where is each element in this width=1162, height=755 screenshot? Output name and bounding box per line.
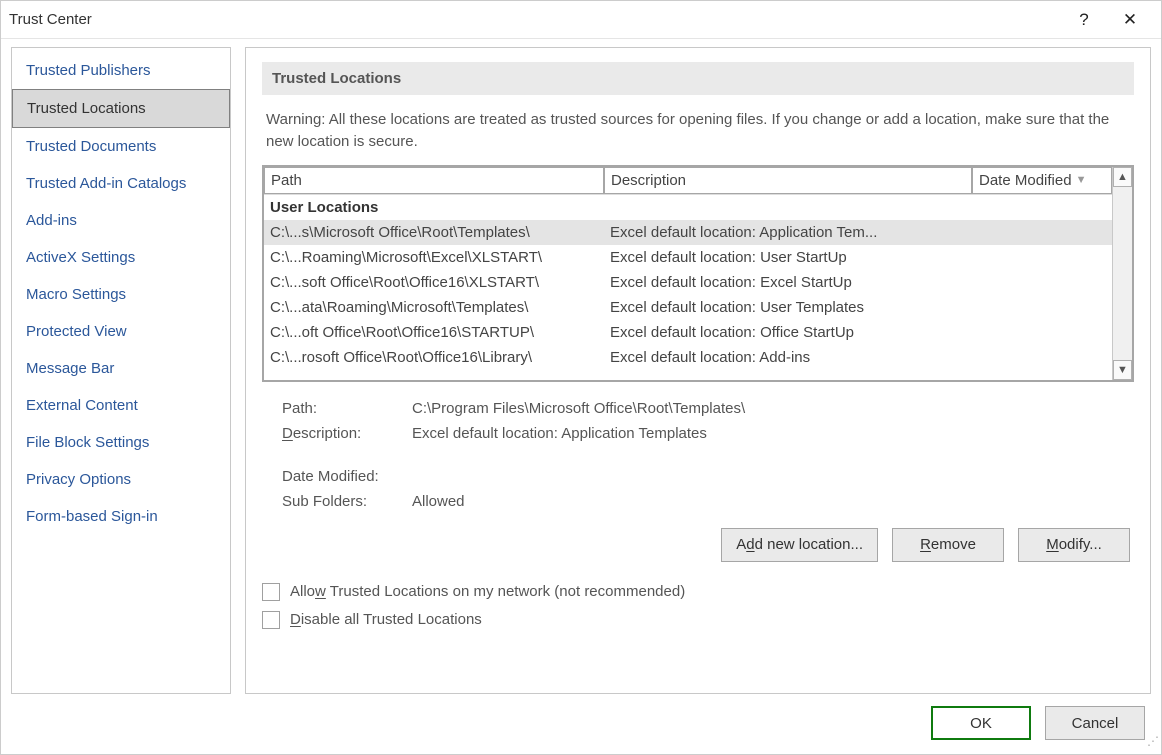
sidebar-item-trusted-publishers[interactable]: Trusted Publishers <box>12 52 230 89</box>
selected-location-details: Path: C:\Program Files\Microsoft Office\… <box>262 382 1134 522</box>
cell-path: C:\...s\Microsoft Office\Root\Templates\ <box>264 222 604 243</box>
cell-date <box>972 297 1112 318</box>
cell-path: C:\...Roaming\Microsoft\Excel\XLSTART\ <box>264 247 604 268</box>
detail-path-value: C:\Program Files\Microsoft Office\Root\T… <box>412 400 1128 417</box>
sidebar-item-privacy-options[interactable]: Privacy Options <box>12 461 230 498</box>
column-header-description-label: Description <box>611 172 686 189</box>
detail-description-value: Excel default location: Application Temp… <box>412 425 1128 442</box>
sidebar-item-protected-view[interactable]: Protected View <box>12 313 230 350</box>
table-header: Path Description Date Modified ▼ <box>264 167 1112 194</box>
column-header-date-label: Date Modified <box>979 172 1072 189</box>
titlebar: Trust Center ? ✕ <box>1 1 1161 39</box>
column-header-path-label: Path <box>271 172 302 189</box>
allow-network-checkbox[interactable] <box>262 583 280 601</box>
detail-date-label: Date Modified: <box>282 468 412 485</box>
table-row[interactable]: C:\...Roaming\Microsoft\Excel\XLSTART\ E… <box>264 245 1112 270</box>
cell-path: C:\...ata\Roaming\Microsoft\Templates\ <box>264 297 604 318</box>
cell-description: Excel default location: Excel StartUp <box>604 272 972 293</box>
detail-subfolders-label: Sub Folders: <box>282 493 412 510</box>
sort-arrow-icon: ▼ <box>1076 174 1087 186</box>
scroll-down-icon[interactable]: ▼ <box>1113 360 1132 380</box>
allow-network-label: Allow Trusted Locations on my network (n… <box>290 583 685 600</box>
sidebar-item-file-block-settings[interactable]: File Block Settings <box>12 424 230 461</box>
location-buttons: Add new location... Remove Modify... <box>262 522 1134 574</box>
scroll-up-icon[interactable]: ▲ <box>1113 167 1132 187</box>
main-panel: Trusted Locations Warning: All these loc… <box>245 47 1151 694</box>
help-button[interactable]: ? <box>1061 1 1107 39</box>
cell-description: Excel default location: Office StartUp <box>604 322 972 343</box>
cell-date <box>972 272 1112 293</box>
remove-button[interactable]: Remove <box>892 528 1004 562</box>
cell-date <box>972 347 1112 368</box>
cell-description: Excel default location: User Templates <box>604 297 972 318</box>
cell-description: Excel default location: Add-ins <box>604 347 972 368</box>
allow-network-check-row: Allow Trusted Locations on my network (n… <box>262 578 1134 606</box>
ok-button[interactable]: OK <box>931 706 1031 740</box>
cell-description: Excel default location: User StartUp <box>604 247 972 268</box>
warning-text: Warning: All these locations are treated… <box>262 109 1134 165</box>
sidebar-item-trusted-addin-catalogs[interactable]: Trusted Add-in Catalogs <box>12 165 230 202</box>
table-inner: Path Description Date Modified ▼ User Loc… <box>264 167 1112 380</box>
table-scrollbar[interactable]: ▲ ▼ <box>1112 167 1132 380</box>
column-header-date-modified[interactable]: Date Modified ▼ <box>972 167 1112 194</box>
column-header-description[interactable]: Description <box>604 167 972 194</box>
detail-path-label: Path: <box>282 400 412 417</box>
table-row[interactable]: C:\...oft Office\Root\Office16\STARTUP\ … <box>264 320 1112 345</box>
disable-all-check-row: Disable all Trusted Locations <box>262 606 1134 634</box>
cell-path: C:\...rosoft Office\Root\Office16\Librar… <box>264 347 604 368</box>
cell-date <box>972 247 1112 268</box>
trust-center-dialog: Trust Center ? ✕ Trusted Publishers Trus… <box>0 0 1162 755</box>
sidebar-item-trusted-locations[interactable]: Trusted Locations <box>12 89 230 128</box>
table-row[interactable]: C:\...rosoft Office\Root\Office16\Librar… <box>264 345 1112 370</box>
sidebar-item-macro-settings[interactable]: Macro Settings <box>12 276 230 313</box>
window-title: Trust Center <box>9 11 1061 28</box>
detail-description-label: Description: <box>282 425 412 442</box>
cell-description: Excel default location: Application Tem.… <box>604 222 972 243</box>
sidebar-item-trusted-documents[interactable]: Trusted Documents <box>12 128 230 165</box>
cell-date <box>972 222 1112 243</box>
sidebar-item-external-content[interactable]: External Content <box>12 387 230 424</box>
dialog-footer: OK Cancel <box>1 698 1161 754</box>
sidebar: Trusted Publishers Trusted Locations Tru… <box>11 47 231 694</box>
cell-path: C:\...soft Office\Root\Office16\XLSTART\ <box>264 272 604 293</box>
cell-date <box>972 322 1112 343</box>
cancel-button[interactable]: Cancel <box>1045 706 1145 740</box>
dialog-body: Trusted Publishers Trusted Locations Tru… <box>1 39 1161 698</box>
sidebar-item-add-ins[interactable]: Add-ins <box>12 202 230 239</box>
sidebar-item-message-bar[interactable]: Message Bar <box>12 350 230 387</box>
resize-grip-icon[interactable]: ⋰ <box>1145 738 1159 752</box>
detail-subfolders-value: Allowed <box>412 493 1128 510</box>
disable-all-checkbox[interactable] <box>262 611 280 629</box>
locations-table: Path Description Date Modified ▼ User Loc… <box>262 165 1134 382</box>
sidebar-item-activex-settings[interactable]: ActiveX Settings <box>12 239 230 276</box>
detail-date-value <box>412 468 1128 485</box>
table-row[interactable]: C:\...s\Microsoft Office\Root\Templates\… <box>264 220 1112 245</box>
table-row[interactable]: C:\...soft Office\Root\Office16\XLSTART\… <box>264 270 1112 295</box>
section-title: Trusted Locations <box>262 62 1134 95</box>
column-header-path[interactable]: Path <box>264 167 604 194</box>
disable-all-label: Disable all Trusted Locations <box>290 611 482 628</box>
table-row[interactable]: C:\...ata\Roaming\Microsoft\Templates\ E… <box>264 295 1112 320</box>
options-checks: Allow Trusted Locations on my network (n… <box>262 574 1134 634</box>
cell-path: C:\...oft Office\Root\Office16\STARTUP\ <box>264 322 604 343</box>
group-user-locations: User Locations <box>264 194 1112 220</box>
modify-button[interactable]: Modify... <box>1018 528 1130 562</box>
close-button[interactable]: ✕ <box>1107 1 1153 39</box>
add-new-location-button[interactable]: Add new location... <box>721 528 878 562</box>
sidebar-item-form-based-signin[interactable]: Form-based Sign-in <box>12 498 230 535</box>
